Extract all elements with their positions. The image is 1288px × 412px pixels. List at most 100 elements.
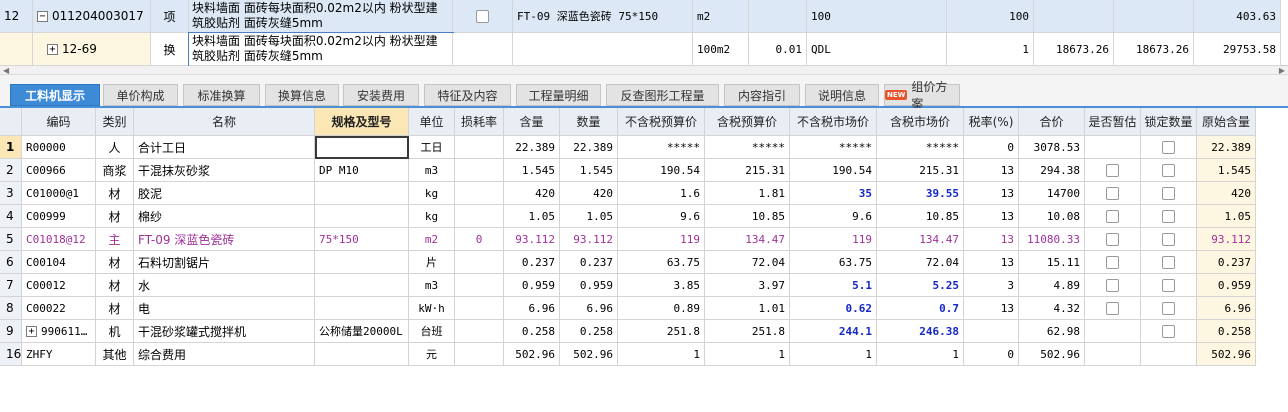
lock-quantity[interactable] bbox=[1141, 274, 1197, 297]
lock-quantity-checkbox[interactable] bbox=[1162, 163, 1175, 177]
market-price-incl-tax[interactable]: 134.47 bbox=[877, 228, 964, 251]
resource-quantity[interactable]: 1.545 bbox=[560, 159, 618, 182]
resource-spec[interactable] bbox=[315, 251, 409, 274]
resource-total[interactable]: 502.96 bbox=[1019, 343, 1085, 366]
lock-quantity-checkbox[interactable] bbox=[1162, 140, 1175, 154]
scroll-right-icon[interactable]: ▶ bbox=[1279, 66, 1285, 75]
market-price-excl-tax[interactable]: 35 bbox=[790, 182, 877, 205]
resource-content[interactable]: 0.959 bbox=[504, 274, 560, 297]
market-price-excl-tax[interactable]: 244.1 bbox=[790, 320, 877, 343]
resource-unit[interactable]: 元 bbox=[409, 343, 455, 366]
resource-name[interactable]: 水 bbox=[134, 274, 315, 297]
market-price-excl-tax[interactable]: 63.75 bbox=[790, 251, 877, 274]
budget-price-excl-tax[interactable]: 190.54 bbox=[618, 159, 705, 182]
budget-price-excl-tax[interactable]: 3.85 bbox=[618, 274, 705, 297]
resource-code[interactable]: R00000 bbox=[22, 136, 96, 159]
tab-2[interactable]: 标准换算 bbox=[183, 84, 260, 106]
row-number[interactable]: 1 bbox=[0, 136, 22, 159]
row-number[interactable]: 9 bbox=[0, 320, 22, 343]
resource-total[interactable]: 15.11 bbox=[1019, 251, 1085, 274]
column-header-tax-rate[interactable]: 税率(%) bbox=[964, 108, 1019, 136]
resource-category[interactable]: 其他 bbox=[96, 343, 134, 366]
resource-loss-rate[interactable] bbox=[455, 159, 504, 182]
lock-quantity-checkbox[interactable] bbox=[1162, 232, 1175, 246]
resource-name[interactable]: 棉纱 bbox=[134, 205, 315, 228]
row-number[interactable] bbox=[0, 33, 33, 66]
resource-category[interactable]: 主 bbox=[96, 228, 134, 251]
item-unit[interactable]: m2 bbox=[693, 0, 749, 33]
tab-9[interactable]: 说明信息 bbox=[805, 84, 879, 106]
item-type[interactable]: 换 bbox=[151, 33, 189, 66]
is-estimate[interactable] bbox=[1085, 320, 1141, 343]
budget-price-incl-tax[interactable]: 3.97 bbox=[705, 274, 790, 297]
is-estimate[interactable] bbox=[1085, 159, 1141, 182]
resource-quantity[interactable]: 0.258 bbox=[560, 320, 618, 343]
resource-loss-rate[interactable] bbox=[455, 136, 504, 159]
resource-total[interactable]: 10.08 bbox=[1019, 205, 1085, 228]
column-header-budget-price-incl-tax[interactable]: 含税预算价 bbox=[705, 108, 790, 136]
market-price-incl-tax[interactable]: 39.55 bbox=[877, 182, 964, 205]
market-price-incl-tax[interactable]: 10.85 bbox=[877, 205, 964, 228]
resource-code[interactable]: ZHFY bbox=[22, 343, 96, 366]
resource-total[interactable]: 11080.33 bbox=[1019, 228, 1085, 251]
is-estimate-checkbox[interactable] bbox=[1106, 163, 1119, 177]
item-total[interactable]: 29753.58 bbox=[1194, 33, 1281, 66]
resource-category[interactable]: 材 bbox=[96, 182, 134, 205]
resource-name[interactable]: 电 bbox=[134, 297, 315, 320]
lock-quantity-checkbox[interactable] bbox=[1162, 186, 1175, 200]
is-estimate[interactable] bbox=[1085, 251, 1141, 274]
resource-name[interactable]: 综合费用 bbox=[134, 343, 315, 366]
resource-content[interactable]: 0.258 bbox=[504, 320, 560, 343]
original-content[interactable]: 22.389 bbox=[1197, 136, 1256, 159]
resource-total[interactable]: 294.38 bbox=[1019, 159, 1085, 182]
item-spec[interactable] bbox=[513, 33, 693, 66]
resource-loss-rate[interactable] bbox=[455, 343, 504, 366]
resource-quantity[interactable]: 6.96 bbox=[560, 297, 618, 320]
item-checkbox[interactable] bbox=[453, 0, 513, 33]
item-type[interactable]: 项 bbox=[151, 0, 189, 33]
resource-quantity[interactable]: 22.389 bbox=[560, 136, 618, 159]
column-header-market-price-incl-tax[interactable]: 含税市场价 bbox=[877, 108, 964, 136]
lock-quantity-checkbox[interactable] bbox=[1162, 209, 1175, 223]
budget-price-excl-tax[interactable]: 0.89 bbox=[618, 297, 705, 320]
market-price-incl-tax[interactable]: 246.38 bbox=[877, 320, 964, 343]
row-number[interactable]: 8 bbox=[0, 297, 22, 320]
tax-rate[interactable]: 13 bbox=[964, 205, 1019, 228]
item-description[interactable]: 块料墙面 面砖每块面积0.02m2以内 粉状型建筑胶贴剂 面砖灰缝5mm bbox=[188, 32, 454, 67]
budget-price-incl-tax[interactable]: 215.31 bbox=[705, 159, 790, 182]
resource-loss-rate[interactable] bbox=[455, 297, 504, 320]
budget-price-excl-tax[interactable]: 63.75 bbox=[618, 251, 705, 274]
item-expression[interactable]: QDL bbox=[807, 33, 947, 66]
item-quantity[interactable] bbox=[749, 0, 807, 33]
item-code[interactable]: −011204003017 bbox=[33, 0, 151, 33]
resource-loss-rate[interactable]: 0 bbox=[455, 228, 504, 251]
tax-rate[interactable]: 13 bbox=[964, 159, 1019, 182]
lock-quantity[interactable] bbox=[1141, 205, 1197, 228]
resource-total[interactable]: 62.98 bbox=[1019, 320, 1085, 343]
tab-0[interactable]: 工料机显示 bbox=[10, 84, 100, 106]
resource-code[interactable]: C00104 bbox=[22, 251, 96, 274]
column-header-market-price-excl-tax[interactable]: 不含税市场价 bbox=[790, 108, 877, 136]
lock-quantity[interactable] bbox=[1141, 228, 1197, 251]
budget-price-incl-tax[interactable]: 72.04 bbox=[705, 251, 790, 274]
resource-code[interactable]: C01000@1 bbox=[22, 182, 96, 205]
is-estimate-checkbox[interactable] bbox=[1106, 186, 1119, 200]
resource-category[interactable]: 机 bbox=[96, 320, 134, 343]
original-content[interactable]: 0.258 bbox=[1197, 320, 1256, 343]
item-expression[interactable]: 100 bbox=[807, 0, 947, 33]
lock-quantity-checkbox[interactable] bbox=[1162, 324, 1175, 338]
resource-unit[interactable]: kW·h bbox=[409, 297, 455, 320]
resource-name[interactable]: 胶泥 bbox=[134, 182, 315, 205]
resource-code[interactable]: C00999 bbox=[22, 205, 96, 228]
resource-spec[interactable] bbox=[315, 182, 409, 205]
row-number[interactable]: 3 bbox=[0, 182, 22, 205]
market-price-incl-tax[interactable]: 72.04 bbox=[877, 251, 964, 274]
market-price-incl-tax[interactable]: 0.7 bbox=[877, 297, 964, 320]
resource-unit[interactable]: kg bbox=[409, 182, 455, 205]
resource-category[interactable]: 材 bbox=[96, 297, 134, 320]
resource-name[interactable]: 石料切割锯片 bbox=[134, 251, 315, 274]
tax-rate[interactable] bbox=[964, 320, 1019, 343]
item-unit-price-tax[interactable]: 18673.26 bbox=[1114, 33, 1194, 66]
resource-total[interactable]: 14700 bbox=[1019, 182, 1085, 205]
collapse-icon[interactable]: − bbox=[37, 10, 48, 22]
